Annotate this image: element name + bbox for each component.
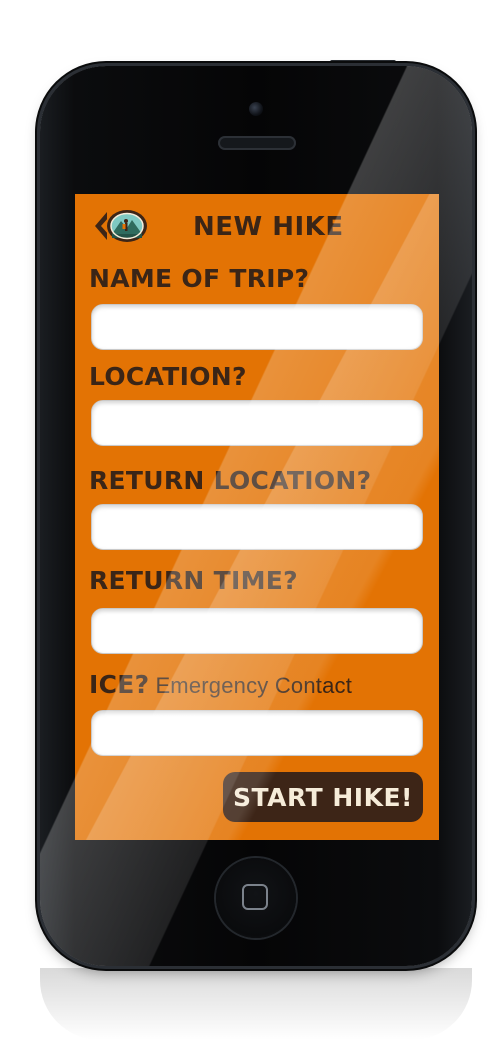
back-button[interactable] xyxy=(93,208,149,244)
home-button[interactable] xyxy=(216,858,296,938)
emergency-contact-input[interactable] xyxy=(91,710,423,756)
return-time-label: RETURN TIME? xyxy=(89,566,298,595)
hiker-mountain-badge-icon xyxy=(95,210,147,242)
ice-sublabel: Emergency Contact xyxy=(155,673,353,698)
location-label: LOCATION? xyxy=(89,362,247,391)
header: NEW HIKE xyxy=(75,194,439,258)
trip-name-label: NAME OF TRIP? xyxy=(89,264,310,293)
front-camera xyxy=(249,102,263,116)
return-location-input[interactable] xyxy=(91,504,423,550)
return-location-label: RETURN LOCATION? xyxy=(89,466,372,495)
phone-body: NEW HIKE NAME OF TRIP? LOCATION? RETURN … xyxy=(40,66,472,966)
trip-name-input[interactable] xyxy=(91,304,423,350)
ice-label-row: ICE? Emergency Contact xyxy=(89,670,352,699)
device-mockup: NEW HIKE NAME OF TRIP? LOCATION? RETURN … xyxy=(0,0,504,1040)
return-time-input[interactable] xyxy=(91,608,423,654)
location-input[interactable] xyxy=(91,400,423,446)
start-hike-button[interactable]: START HIKE! xyxy=(223,772,423,822)
ice-label: ICE? xyxy=(89,670,150,699)
phone-reflection xyxy=(40,968,472,1040)
page-title: NEW HIKE xyxy=(193,212,344,242)
home-square-icon xyxy=(242,884,268,910)
app-screen: NEW HIKE NAME OF TRIP? LOCATION? RETURN … xyxy=(75,194,439,840)
earpiece-speaker xyxy=(218,136,296,150)
